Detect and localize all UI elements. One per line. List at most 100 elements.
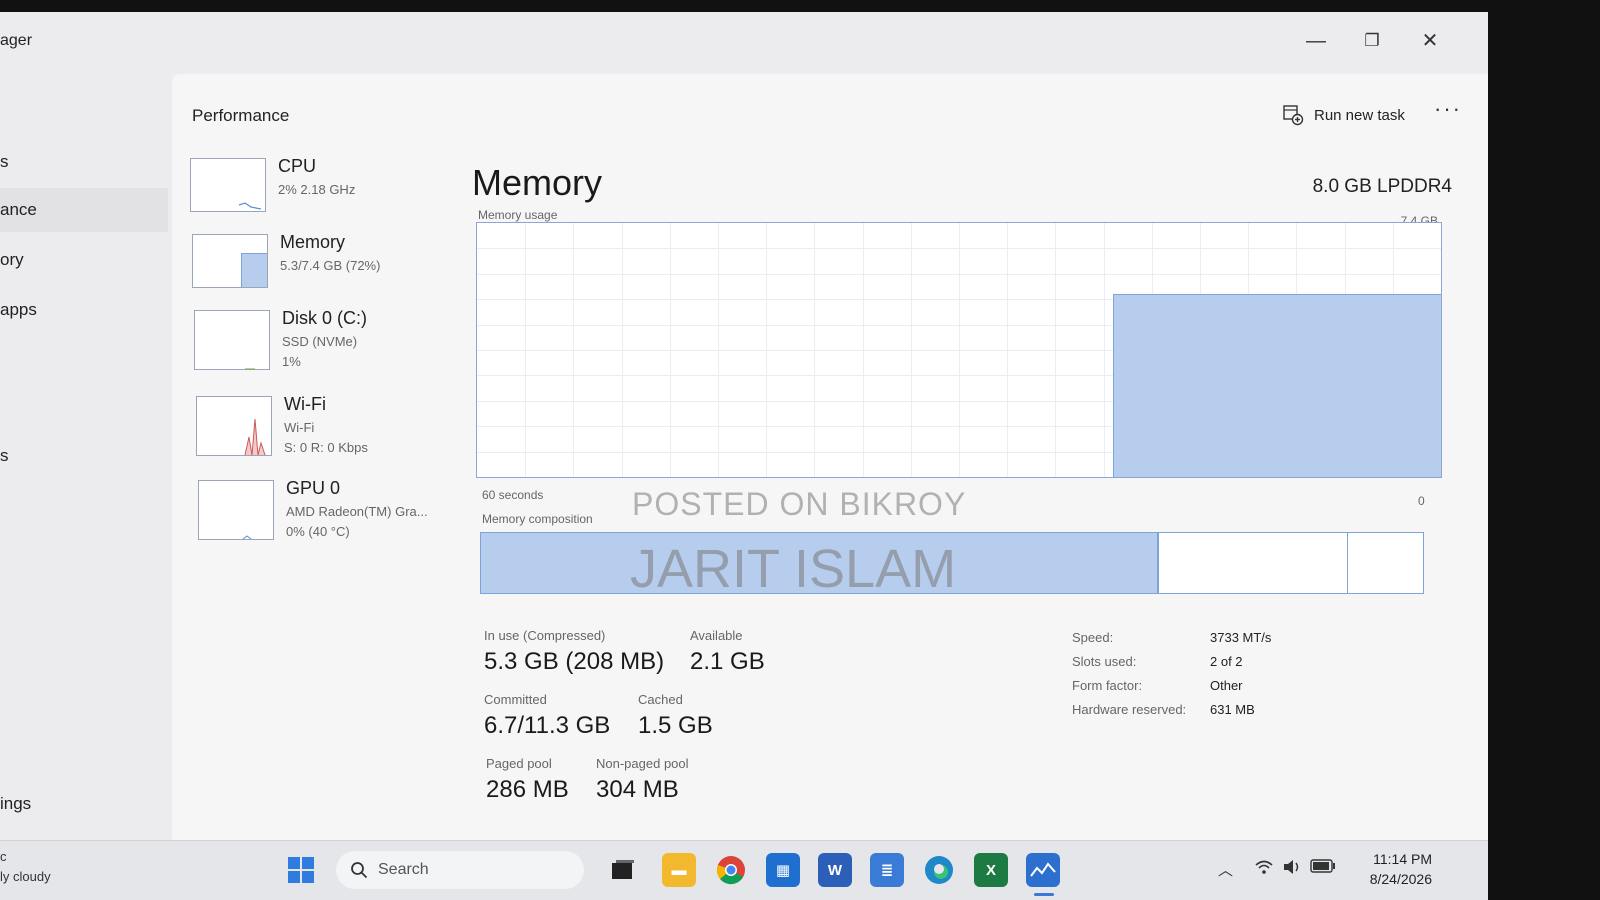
resource-item-memory[interactable]: Memory 5.3/7.4 GB (72%) bbox=[186, 230, 456, 302]
speed-value: 3733 MT/s bbox=[1210, 630, 1272, 645]
form-factor-key: Form factor: bbox=[1072, 678, 1143, 693]
battery-icon[interactable] bbox=[1310, 859, 1336, 877]
memory-composition-label: Memory composition bbox=[482, 512, 593, 526]
cached-label: Cached bbox=[638, 692, 683, 707]
sidebar-nav: s ance ory apps s ings bbox=[0, 70, 170, 840]
resource-detail: 5.3/7.4 GB (72%) bbox=[280, 258, 381, 273]
graph-gridline-v bbox=[1007, 223, 1009, 477]
cpu-thumbnail bbox=[190, 158, 266, 212]
paged-pool-value: 286 MB bbox=[486, 776, 569, 803]
weather-condition: ly cloudy bbox=[0, 869, 51, 884]
sidebar-item-processes[interactable]: s bbox=[0, 140, 168, 184]
task-manager-button[interactable] bbox=[1026, 853, 1060, 887]
close-button[interactable]: ✕ bbox=[1410, 26, 1450, 56]
run-new-task-button[interactable]: Run new task bbox=[1282, 100, 1405, 130]
paged-pool-label: Paged pool bbox=[486, 756, 552, 771]
sidebar-item-label: ance bbox=[0, 200, 37, 219]
show-hidden-icons-button[interactable]: ︿ bbox=[1218, 859, 1233, 880]
minimize-button[interactable]: — bbox=[1296, 26, 1336, 56]
volume-icon[interactable] bbox=[1282, 859, 1302, 879]
watermark-line1: POSTED ON BIKROY bbox=[632, 486, 967, 522]
available-label: Available bbox=[690, 628, 743, 643]
sidebar-item-performance[interactable]: ance bbox=[0, 188, 168, 232]
edge-button[interactable] bbox=[922, 853, 956, 887]
memory-spec: 8.0 GB LPDDR4 bbox=[1312, 176, 1452, 197]
word-icon: W bbox=[827, 861, 843, 879]
sidebar-item-label: s bbox=[0, 446, 9, 465]
task-manager-window: ager — ❐ ✕ s ance ory apps s ings Perfor… bbox=[0, 12, 1488, 900]
committed-label: Committed bbox=[484, 692, 547, 707]
resource-detail: AMD Radeon(TM) Gra... bbox=[286, 504, 428, 519]
graph-gridline-v bbox=[525, 223, 527, 477]
search-icon bbox=[351, 862, 368, 879]
task-view-icon bbox=[612, 860, 634, 879]
maximize-button[interactable]: ❐ bbox=[1352, 26, 1392, 56]
disk-thumbnail bbox=[194, 310, 270, 370]
memory-usage-graph bbox=[476, 222, 1442, 478]
resource-detail: 0% (40 °C) bbox=[286, 524, 350, 539]
taskbar-clock[interactable]: 11:14 PM 8/24/2026 bbox=[1348, 849, 1432, 889]
file-explorer-button[interactable]: ▬ bbox=[662, 853, 696, 887]
in-use-value: 5.3 GB (208 MB) bbox=[484, 648, 665, 675]
performance-panel: Performance Run new task ··· CPU 2% 2.18… bbox=[172, 74, 1488, 840]
task-manager-icon bbox=[1030, 862, 1056, 877]
more-options-button[interactable]: ··· bbox=[1434, 96, 1462, 122]
resource-name: Wi-Fi bbox=[284, 394, 326, 414]
memory-detail: Memory 8.0 GB LPDDR4 Memory usage 7.4 GB… bbox=[472, 154, 1472, 834]
active-app-indicator bbox=[1034, 893, 1054, 896]
slots-value: 2 of 2 bbox=[1210, 654, 1243, 669]
weather-widget[interactable]: c ly cloudy bbox=[0, 847, 51, 887]
wifi-thumbnail bbox=[196, 396, 272, 456]
resource-detail: Wi-Fi bbox=[284, 420, 315, 435]
weather-temp: c bbox=[0, 849, 7, 864]
graph-gridline-v bbox=[959, 223, 960, 477]
sidebar-item-services[interactable]: s bbox=[0, 434, 168, 478]
run-task-icon bbox=[1283, 105, 1304, 126]
resource-item-disk[interactable]: Disk 0 (C:) SSD (NVMe) 1% bbox=[186, 306, 456, 378]
excel-icon: X bbox=[985, 861, 996, 879]
folder-icon: ▬ bbox=[671, 861, 687, 879]
sidebar-item-label: ory bbox=[0, 250, 24, 269]
title-bar: ager — ❐ ✕ bbox=[0, 12, 1488, 70]
clock-time: 11:14 PM bbox=[1373, 851, 1432, 867]
graph-gridline-v bbox=[718, 223, 719, 477]
word-button[interactable]: W bbox=[818, 853, 852, 887]
graph-zero-label: 0 bbox=[1418, 494, 1425, 508]
graph-gridline-v bbox=[573, 223, 575, 477]
resource-name: Disk 0 (C:) bbox=[282, 308, 367, 328]
memory-usage-label: Memory usage bbox=[478, 208, 558, 222]
store-icon: ▦ bbox=[775, 862, 791, 879]
available-value: 2.1 GB bbox=[690, 648, 765, 675]
sidebar-item-label: s bbox=[0, 152, 9, 171]
resource-name: Memory bbox=[280, 232, 346, 252]
excel-button[interactable]: X bbox=[974, 853, 1008, 887]
start-button[interactable] bbox=[284, 853, 318, 887]
memory-title: Memory bbox=[472, 162, 603, 203]
composition-in-use bbox=[481, 533, 1160, 593]
resource-item-gpu[interactable]: GPU 0 AMD Radeon(TM) Gra... 0% (40 °C) bbox=[186, 476, 456, 548]
chrome-button[interactable] bbox=[714, 853, 748, 887]
resource-item-wifi[interactable]: Wi-Fi Wi-Fi S: 0 R: 0 Kbps bbox=[186, 392, 456, 464]
graph-gridline-v bbox=[1055, 223, 1057, 477]
in-use-label: In use (Compressed) bbox=[484, 628, 606, 643]
sidebar-item-label: apps bbox=[0, 300, 37, 319]
app-title: ager bbox=[0, 32, 33, 49]
nonpaged-pool-label: Non-paged pool bbox=[596, 756, 689, 771]
slots-key: Slots used: bbox=[1072, 654, 1137, 669]
resource-detail: 2% 2.18 GHz bbox=[278, 182, 356, 197]
store-button[interactable]: ▦ bbox=[766, 853, 800, 887]
memory-thumbnail bbox=[192, 234, 268, 288]
notepad-button[interactable]: ≣ bbox=[870, 853, 904, 887]
sidebar-item-settings[interactable]: ings bbox=[0, 782, 168, 826]
resource-item-cpu[interactable]: CPU 2% 2.18 GHz bbox=[186, 154, 456, 226]
taskbar-search[interactable]: Search bbox=[336, 851, 584, 889]
sidebar-item-app-history[interactable]: ory bbox=[0, 238, 168, 282]
graph-gridline-v bbox=[814, 223, 816, 477]
sidebar-item-startup-apps[interactable]: apps bbox=[0, 288, 168, 332]
graph-gridline-v bbox=[862, 223, 864, 477]
memory-composition-bar bbox=[480, 532, 1424, 594]
wifi-icon[interactable] bbox=[1254, 859, 1274, 879]
task-view-button[interactable] bbox=[606, 853, 640, 887]
page-title: Performance bbox=[192, 106, 290, 125]
notepad-icon: ≣ bbox=[880, 862, 894, 879]
